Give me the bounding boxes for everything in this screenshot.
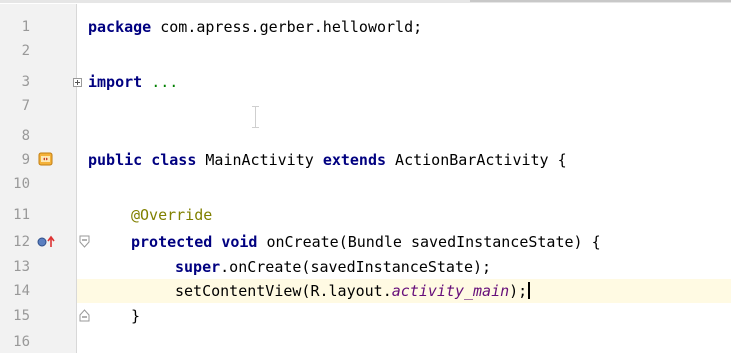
code-text: package com.apress.gerber.helloworld; xyxy=(88,18,423,36)
line-number: 3 xyxy=(21,74,30,90)
top-border-accent xyxy=(470,0,731,2)
code-text: } xyxy=(131,307,141,325)
code-line[interactable]: 1 package com.apress.gerber.helloworld; xyxy=(0,15,731,39)
code-text: protected void onCreate(Bundle savedInst… xyxy=(131,233,601,251)
line-number: 10 xyxy=(13,176,30,192)
code-text: @Override xyxy=(131,206,213,224)
code-text: super.onCreate(savedInstanceState); xyxy=(175,258,492,276)
text-caret xyxy=(528,282,531,299)
line-number: 16 xyxy=(13,334,30,350)
code-line[interactable]: 13 super.onCreate(savedInstanceState); xyxy=(0,255,731,279)
code-line[interactable]: 10 xyxy=(0,172,731,196)
line-number: 15 xyxy=(13,308,30,324)
expand-fold-icon[interactable] xyxy=(73,78,82,87)
override-icon[interactable] xyxy=(36,234,58,250)
line-number: 9 xyxy=(21,152,30,168)
code-line[interactable]: 9 public class MainActivity extends Acti… xyxy=(0,148,731,172)
code-line[interactable]: 16 xyxy=(0,330,731,354)
code-line[interactable]: 2 xyxy=(0,39,731,63)
code-text: import ... xyxy=(88,73,179,91)
line-number: 13 xyxy=(13,259,30,275)
collapse-fold-icon[interactable] xyxy=(79,235,91,249)
code-text: setContentView(R.layout.activity_main); xyxy=(175,279,531,303)
code-line[interactable]: 11 @Override xyxy=(0,203,731,227)
line-number: 11 xyxy=(13,207,30,223)
code-line[interactable]: 12 protected void onCreate(Bundle savedI… xyxy=(0,230,731,254)
line-number: 2 xyxy=(21,43,30,59)
fold-end-icon[interactable] xyxy=(79,308,91,322)
code-line[interactable]: 15 } xyxy=(0,304,731,328)
line-number: 12 xyxy=(13,234,30,250)
code-line[interactable]: 14 setContentView(R.layout.activity_main… xyxy=(0,279,731,303)
mouse-ibeam-cursor xyxy=(252,106,259,128)
code-line[interactable]: 8 xyxy=(0,124,731,148)
code-line[interactable]: 7 xyxy=(0,94,731,118)
line-number: 14 xyxy=(13,283,30,299)
class-implementation-icon[interactable] xyxy=(38,151,54,167)
line-number: 8 xyxy=(21,128,30,144)
code-line[interactable]: 3 import ... xyxy=(0,70,731,94)
code-text: public class MainActivity extends Action… xyxy=(88,151,567,169)
line-number: 7 xyxy=(21,98,30,114)
line-number: 1 xyxy=(21,19,30,35)
